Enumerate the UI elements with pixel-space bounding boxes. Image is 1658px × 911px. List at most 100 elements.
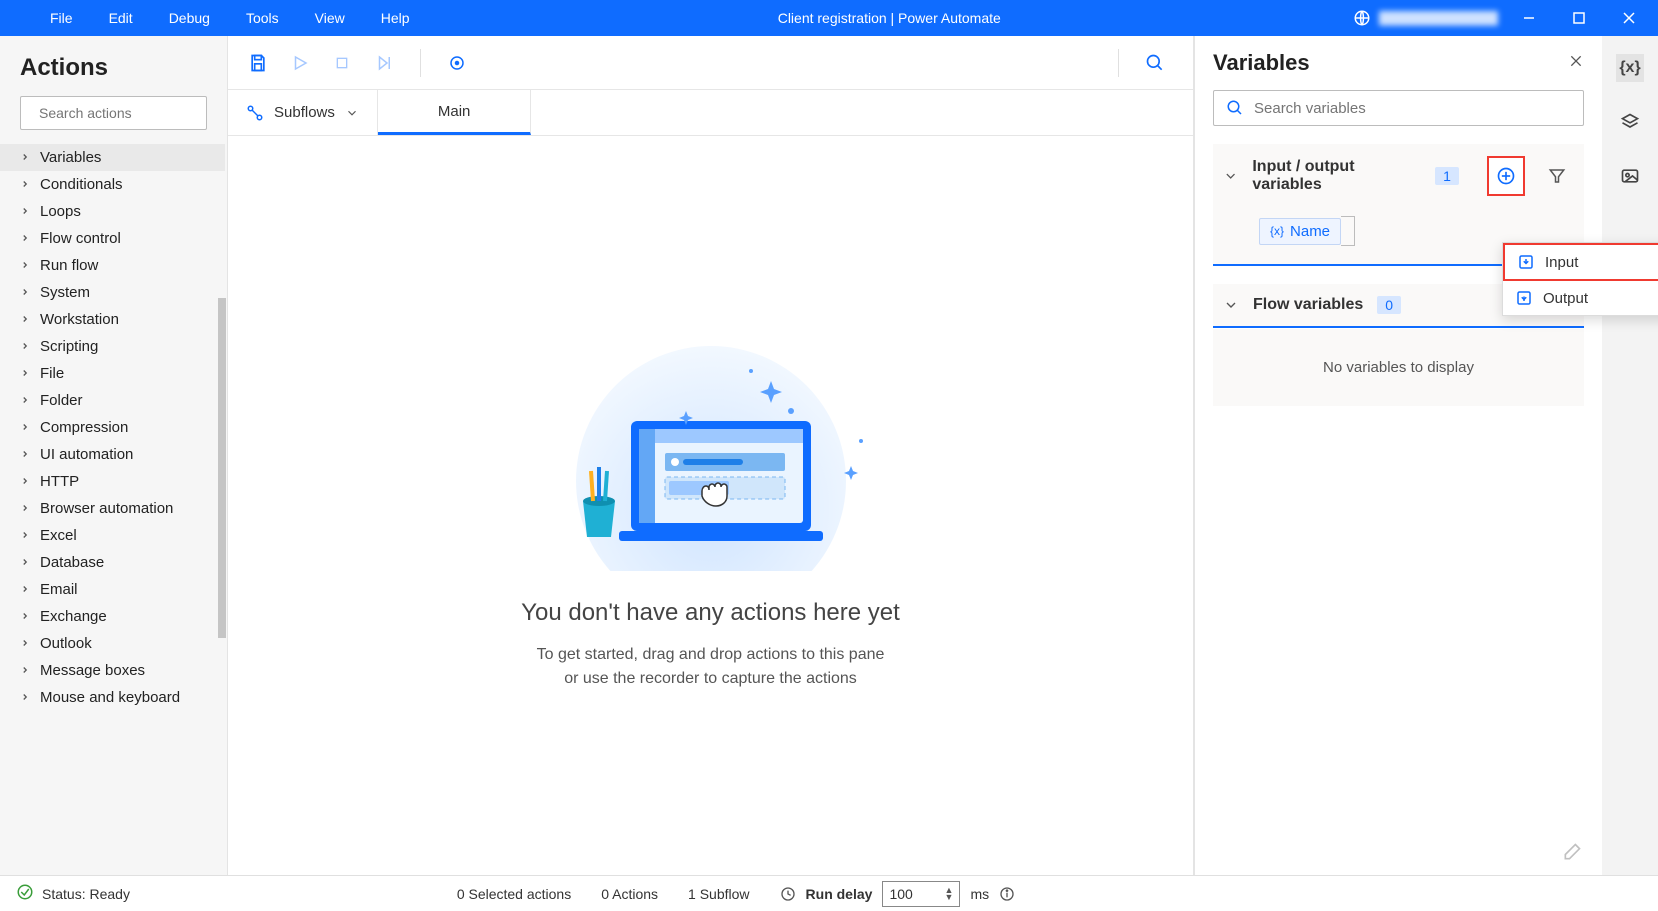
record-button[interactable]: [445, 51, 469, 75]
chevron-down-icon[interactable]: [1223, 297, 1239, 313]
actions-tree-item[interactable]: Conditionals: [0, 171, 225, 198]
menu-tools[interactable]: Tools: [228, 2, 297, 34]
variable-icon: {x}: [1270, 224, 1284, 238]
actions-tree-item[interactable]: Browser automation: [0, 495, 225, 522]
tree-item-label: File: [40, 365, 64, 382]
designer-toolbar: [228, 36, 1193, 90]
scrollbar-thumb[interactable]: [218, 298, 226, 638]
actions-tree-item[interactable]: Scripting: [0, 333, 225, 360]
actions-tree-item[interactable]: Run flow: [0, 252, 225, 279]
add-input-variable[interactable]: Input: [1503, 243, 1658, 281]
subflows-label: Subflows: [274, 104, 335, 121]
chevron-right-icon: [20, 203, 30, 220]
chevron-right-icon: [20, 149, 30, 166]
tree-item-label: HTTP: [40, 473, 79, 490]
run-button[interactable]: [288, 51, 312, 75]
chevron-right-icon: [20, 446, 30, 463]
eraser-icon[interactable]: [1562, 842, 1582, 867]
variables-title: Variables: [1213, 50, 1568, 76]
status-selected-actions: 0 Selected actions: [457, 886, 571, 902]
filter-variables-button[interactable]: [1539, 158, 1574, 194]
menu-view[interactable]: View: [297, 2, 363, 34]
menu-bar: File Edit Debug Tools View Help: [0, 2, 428, 34]
empty-state-subtitle: To get started, drag and drop actions to…: [537, 643, 885, 691]
actions-tree-item[interactable]: Mouse and keyboard: [0, 684, 225, 711]
actions-tree-item[interactable]: Database: [0, 549, 225, 576]
actions-tree-item[interactable]: Flow control: [0, 225, 225, 252]
chevron-right-icon: [20, 230, 30, 247]
chevron-right-icon: [20, 392, 30, 409]
actions-tree-item[interactable]: Folder: [0, 387, 225, 414]
actions-tree-item[interactable]: Compression: [0, 414, 225, 441]
window-close-button[interactable]: [1604, 0, 1654, 36]
image-icon: [1620, 166, 1640, 186]
info-icon[interactable]: [999, 886, 1015, 902]
window-maximize-button[interactable]: [1554, 0, 1604, 36]
chevron-right-icon: [20, 662, 30, 679]
run-delay-spinners[interactable]: ▲▼: [945, 887, 954, 901]
tree-item-label: Conditionals: [40, 176, 123, 193]
search-icon: [1226, 99, 1244, 117]
tree-item-label: Compression: [40, 419, 128, 436]
environment-icon[interactable]: [1351, 7, 1373, 29]
add-output-variable[interactable]: Output: [1503, 281, 1658, 315]
designer-canvas-area: Subflows Main: [228, 36, 1194, 875]
chevron-down-icon[interactable]: [1223, 168, 1238, 184]
rail-ui-elements-button[interactable]: [1616, 108, 1644, 136]
actions-tree-item[interactable]: Loops: [0, 198, 225, 225]
menu-help[interactable]: Help: [363, 2, 428, 34]
tabs-row: Subflows Main: [228, 90, 1193, 136]
actions-search-input[interactable]: [39, 105, 220, 121]
tree-item-label: System: [40, 284, 90, 301]
flow-variables-empty: No variables to display: [1213, 328, 1584, 406]
actions-tree-item[interactable]: Excel: [0, 522, 225, 549]
save-button[interactable]: [246, 51, 270, 75]
actions-tree-item[interactable]: HTTP: [0, 468, 225, 495]
environment-label: ██████████████: [1379, 11, 1498, 25]
step-button[interactable]: [372, 51, 396, 75]
actions-tree-item[interactable]: Workstation: [0, 306, 225, 333]
actions-tree-item[interactable]: Exchange: [0, 603, 225, 630]
empty-state-title: You don't have any actions here yet: [521, 599, 900, 627]
variables-search[interactable]: [1213, 90, 1584, 126]
variable-chip-name[interactable]: {x} Name: [1259, 218, 1341, 245]
menu-debug[interactable]: Debug: [151, 2, 228, 34]
variables-close-button[interactable]: [1568, 53, 1584, 74]
flow-canvas[interactable]: You don't have any actions here yet To g…: [228, 136, 1193, 875]
tree-item-label: UI automation: [40, 446, 133, 463]
actions-tree-item[interactable]: Email: [0, 576, 225, 603]
window-minimize-button[interactable]: [1504, 0, 1554, 36]
subflows-dropdown[interactable]: Subflows: [228, 90, 378, 135]
actions-tree-item[interactable]: Outlook: [0, 630, 225, 657]
chevron-right-icon: [20, 419, 30, 436]
actions-tree-item[interactable]: Message boxes: [0, 657, 225, 684]
run-delay-input[interactable]: 100 ▲▼: [882, 881, 960, 907]
add-variable-button[interactable]: [1487, 156, 1526, 196]
output-icon: [1515, 289, 1533, 307]
divider: [420, 49, 421, 77]
layers-icon: [1620, 112, 1640, 132]
actions-tree-item[interactable]: System: [0, 279, 225, 306]
rail-images-button[interactable]: [1616, 162, 1644, 190]
chevron-right-icon: [20, 527, 30, 544]
rail-variables-button[interactable]: {x}: [1616, 54, 1644, 82]
actions-tree-item[interactable]: File: [0, 360, 225, 387]
chevron-right-icon: [20, 500, 30, 517]
variables-search-input[interactable]: [1254, 100, 1571, 117]
designer-search-button[interactable]: [1143, 51, 1167, 75]
tree-item-label: Run flow: [40, 257, 98, 274]
tree-item-label: Folder: [40, 392, 83, 409]
actions-tree[interactable]: Variables Conditionals LoopsFlow control Ru…: [0, 144, 227, 711]
menu-edit[interactable]: Edit: [91, 2, 151, 34]
tab-main[interactable]: Main: [378, 90, 532, 135]
tree-item-label: Exchange: [40, 608, 107, 625]
stop-button[interactable]: [330, 51, 354, 75]
actions-tree-item[interactable]: UI automation: [0, 441, 225, 468]
menu-file[interactable]: File: [32, 2, 91, 34]
status-subflows-count: 1 Subflow: [688, 886, 749, 902]
tree-item-label: Workstation: [40, 311, 119, 328]
variable-chip-extra: [1341, 216, 1355, 246]
actions-search[interactable]: [20, 96, 207, 130]
actions-title: Actions: [0, 36, 227, 96]
actions-tree-item[interactable]: Variables: [0, 144, 225, 171]
